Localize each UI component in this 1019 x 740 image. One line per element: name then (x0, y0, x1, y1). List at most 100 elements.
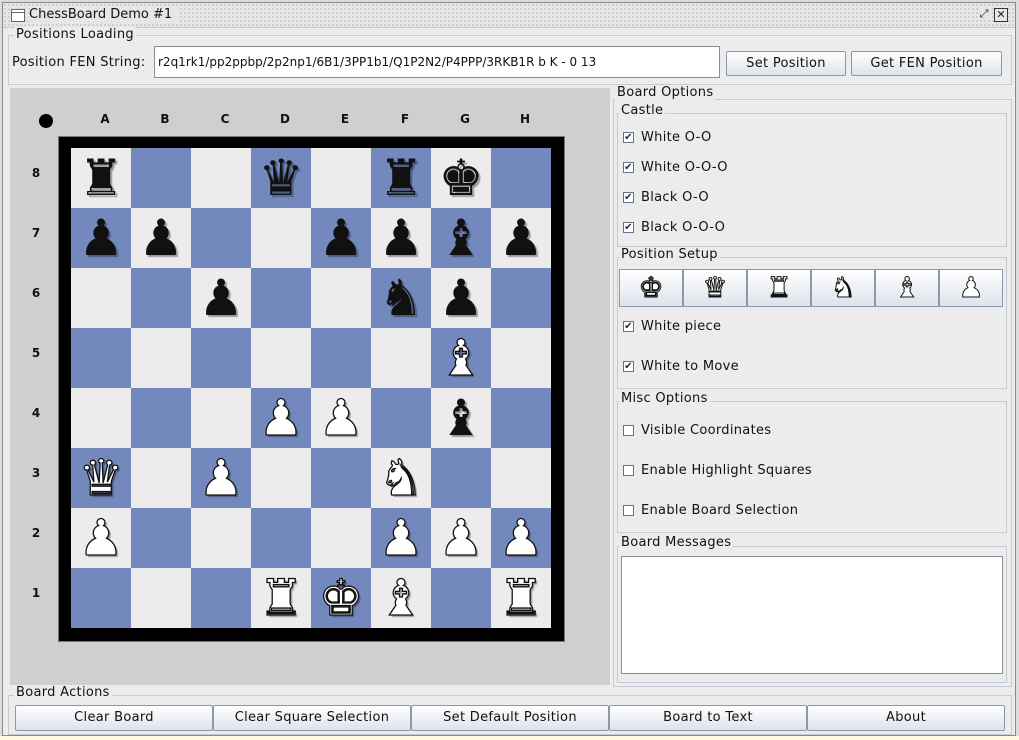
white-pawn-icon[interactable]: ♟ (431, 508, 491, 568)
checkbox-box[interactable]: ✔ (623, 192, 634, 203)
black-pawn-icon[interactable]: ♟ (311, 208, 371, 268)
square-g5[interactable]: ♝ (431, 328, 491, 388)
square-f8[interactable]: ♜ (371, 148, 431, 208)
square-e7[interactable]: ♟ (311, 208, 371, 268)
square-f5[interactable] (371, 328, 431, 388)
setup-bishop-button[interactable]: ♝ (875, 269, 939, 307)
square-c8[interactable] (191, 148, 251, 208)
square-d8[interactable]: ♛ (251, 148, 311, 208)
white-bishop-icon[interactable]: ♝ (371, 568, 431, 628)
about-button[interactable]: About (807, 705, 1005, 731)
clear-square-selection-button[interactable]: Clear Square Selection (213, 705, 411, 731)
white-rook-icon[interactable]: ♜ (251, 568, 311, 628)
square-f2[interactable]: ♟ (371, 508, 431, 568)
fen-input[interactable] (154, 46, 720, 78)
square-f7[interactable]: ♟ (371, 208, 431, 268)
white-piece-checkbox-box[interactable]: ✔ (623, 321, 634, 332)
square-a4[interactable] (71, 388, 131, 448)
square-h7[interactable]: ♟ (491, 208, 551, 268)
square-c6[interactable]: ♟ (191, 268, 251, 328)
square-e3[interactable] (311, 448, 371, 508)
square-d6[interactable] (251, 268, 311, 328)
board-to-text-button[interactable]: Board to Text (609, 705, 807, 731)
square-h2[interactable]: ♟ (491, 508, 551, 568)
square-b1[interactable] (131, 568, 191, 628)
setup-rook-button[interactable]: ♜ (747, 269, 811, 307)
square-c4[interactable] (191, 388, 251, 448)
black-king-icon[interactable]: ♚ (431, 148, 491, 208)
square-c2[interactable] (191, 508, 251, 568)
square-h1[interactable]: ♜ (491, 568, 551, 628)
square-b2[interactable] (131, 508, 191, 568)
square-d1[interactable]: ♜ (251, 568, 311, 628)
square-a6[interactable] (71, 268, 131, 328)
black-rook-icon[interactable]: ♜ (371, 148, 431, 208)
setup-knight-button[interactable]: ♞ (811, 269, 875, 307)
square-e5[interactable] (311, 328, 371, 388)
square-d5[interactable] (251, 328, 311, 388)
black-bishop-icon[interactable]: ♝ (431, 388, 491, 448)
setup-pawn-button[interactable]: ♟ (939, 269, 1003, 307)
set-default-position-button[interactable]: Set Default Position (411, 705, 609, 731)
white-rook-icon[interactable]: ♜ (491, 568, 551, 628)
square-f3[interactable]: ♞ (371, 448, 431, 508)
checkbox-box[interactable] (623, 425, 634, 436)
square-a1[interactable] (71, 568, 131, 628)
square-a7[interactable]: ♟ (71, 208, 131, 268)
square-e4[interactable]: ♟ (311, 388, 371, 448)
white-pawn-icon[interactable]: ♟ (311, 388, 371, 448)
white-to-move-checkbox-box[interactable]: ✔ (623, 361, 634, 372)
square-b8[interactable] (131, 148, 191, 208)
black-pawn-icon[interactable]: ♟ (71, 208, 131, 268)
square-h4[interactable] (491, 388, 551, 448)
board-messages-textarea[interactable] (621, 556, 1003, 674)
setup-queen-button[interactable]: ♛ (683, 269, 747, 307)
white-bishop-icon[interactable]: ♝ (431, 328, 491, 388)
title-bar[interactable]: ChessBoard Demo #1 ⤢ ✕ (3, 3, 1015, 28)
square-a8[interactable]: ♜ (71, 148, 131, 208)
get-fen-button[interactable]: Get FEN Position (851, 51, 1002, 76)
black-knight-icon[interactable]: ♞ (371, 268, 431, 328)
square-a3[interactable]: ♛ (71, 448, 131, 508)
square-a2[interactable]: ♟ (71, 508, 131, 568)
black-pawn-icon[interactable]: ♟ (491, 208, 551, 268)
setup-king-button[interactable]: ♚ (619, 269, 683, 307)
square-a5[interactable] (71, 328, 131, 388)
square-d2[interactable] (251, 508, 311, 568)
square-c3[interactable]: ♟ (191, 448, 251, 508)
square-f1[interactable]: ♝ (371, 568, 431, 628)
checkbox-box[interactable] (623, 505, 634, 516)
white-knight-icon[interactable]: ♞ (371, 448, 431, 508)
black-pawn-icon[interactable]: ♟ (191, 268, 251, 328)
square-g6[interactable]: ♟ (431, 268, 491, 328)
square-b6[interactable] (131, 268, 191, 328)
black-queen-icon[interactable]: ♛ (251, 148, 311, 208)
black-rook-icon[interactable]: ♜ (71, 148, 131, 208)
square-g7[interactable]: ♝ (431, 208, 491, 268)
square-g4[interactable]: ♝ (431, 388, 491, 448)
square-e1[interactable]: ♚ (311, 568, 371, 628)
square-d4[interactable]: ♟ (251, 388, 311, 448)
square-b4[interactable] (131, 388, 191, 448)
square-f6[interactable]: ♞ (371, 268, 431, 328)
square-e2[interactable] (311, 508, 371, 568)
square-g1[interactable] (431, 568, 491, 628)
black-pawn-icon[interactable]: ♟ (131, 208, 191, 268)
maximize-icon[interactable]: ⤢ (978, 8, 990, 20)
white-pawn-icon[interactable]: ♟ (191, 448, 251, 508)
checkbox-box[interactable]: ✔ (623, 162, 634, 173)
checkbox-box[interactable]: ✔ (623, 132, 634, 143)
checkbox-box[interactable]: ✔ (623, 222, 634, 233)
black-pawn-icon[interactable]: ♟ (431, 268, 491, 328)
black-bishop-icon[interactable]: ♝ (431, 208, 491, 268)
square-c7[interactable] (191, 208, 251, 268)
square-g8[interactable]: ♚ (431, 148, 491, 208)
close-icon[interactable]: ✕ (994, 8, 1008, 22)
white-pawn-icon[interactable]: ♟ (371, 508, 431, 568)
square-f4[interactable] (371, 388, 431, 448)
square-b7[interactable]: ♟ (131, 208, 191, 268)
square-e6[interactable] (311, 268, 371, 328)
square-h3[interactable] (491, 448, 551, 508)
white-king-icon[interactable]: ♚ (311, 568, 371, 628)
square-g3[interactable] (431, 448, 491, 508)
